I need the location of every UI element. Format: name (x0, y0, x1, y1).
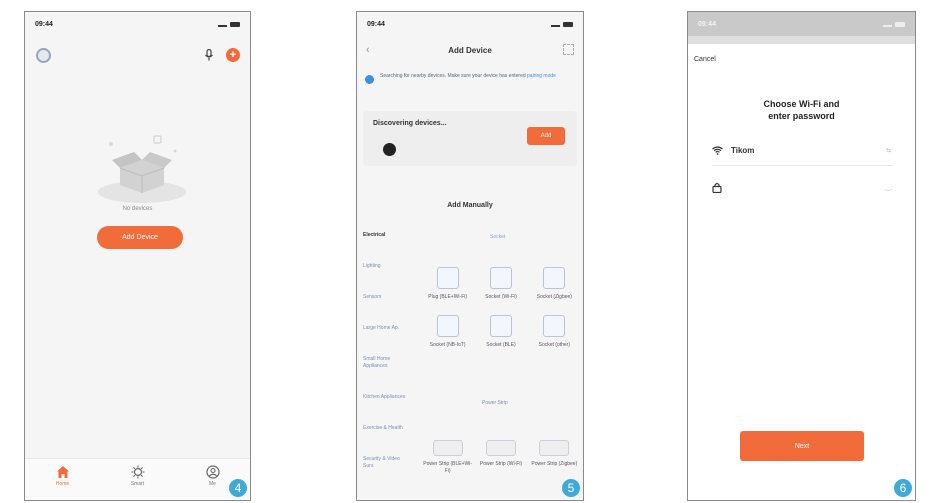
wifi-ssid: Tikom (731, 146, 755, 155)
device-tile[interactable]: Socket (Zigbee) (528, 267, 581, 301)
add-device-screen: 09:44 ‹ Add Device Searching for nearby … (356, 11, 584, 501)
discovering-title: Discovering devices... (373, 120, 447, 127)
nav-bar: ‹ Add Device (357, 38, 583, 62)
page-title: Add Device (448, 45, 492, 55)
device-tile[interactable]: Plug (BLE+Wi-Fi) (421, 267, 474, 301)
device-tile[interactable]: Socket (other) (528, 315, 581, 349)
status-time: 09:44 (698, 20, 716, 28)
tab-smart-label: Smart (130, 481, 145, 487)
bluetooth-notice: Searching for nearby devices. Make sure … (365, 72, 575, 98)
add-manually-title: Add Manually (447, 202, 493, 209)
home-selector-icon[interactable] (36, 48, 51, 63)
device-grid-2: Power Strip (BLE+Wi-Fi) Power Strip (Wi-… (421, 440, 581, 475)
cancel-button[interactable]: Cancel (694, 56, 716, 63)
power-strip-icon (485, 440, 516, 456)
battery-icon (230, 21, 240, 27)
plug-icon (436, 267, 459, 289)
pairing-mode-link[interactable]: pairing mode (527, 73, 556, 79)
signal-icon (883, 22, 892, 27)
password-row: ‿ (712, 172, 891, 202)
lock-icon (712, 182, 722, 193)
device-tile[interactable]: Socket (Wi-Fi) (474, 267, 527, 301)
device-tile[interactable]: Power Strip (Zigbee) (528, 440, 581, 475)
add-device-button[interactable]: Add Device (97, 226, 183, 249)
tab-home-label: Home (55, 481, 70, 487)
step-badge: 5 (562, 479, 580, 497)
wifi-setup-screen: 09:44 Cancel Choose Wi-Fi and enter pass… (687, 11, 916, 501)
socket-icon (489, 315, 512, 337)
switch-network-icon[interactable]: ⇆ (886, 147, 891, 154)
next-button[interactable]: Next (740, 431, 864, 461)
subcategory-label: Socket (490, 234, 506, 240)
profile-icon (205, 465, 220, 479)
category-item[interactable]: Kitchen Appliances (363, 394, 411, 401)
category-item[interactable]: Lighting (363, 263, 411, 270)
category-item[interactable]: Large Home Ap. (363, 325, 411, 332)
device-tile[interactable]: Power Strip (Wi-Fi) (474, 440, 527, 475)
page-title: Choose Wi-Fi and enter password (763, 99, 840, 121)
add-discovered-button[interactable]: Add (527, 127, 565, 145)
signal-icon (218, 22, 227, 27)
category-item[interactable]: Small Home Appliances (363, 356, 411, 370)
category-list: Electrical Lighting Sensors Large Home A… (363, 232, 411, 494)
notice-text: Searching for nearby devices. Make sure … (380, 73, 526, 79)
password-input[interactable] (730, 182, 878, 192)
socket-icon (543, 267, 566, 289)
device-tile[interactable]: Power Strip (BLE+Wi-Fi) (421, 440, 474, 475)
status-bar: 09:44 (688, 12, 915, 36)
category-item[interactable]: Exercise & Health (363, 425, 411, 432)
group-label: Power Strip (482, 400, 508, 406)
category-item[interactable]: Security & Video Surv. (363, 456, 411, 470)
socket-icon (543, 315, 566, 337)
wifi-select-row[interactable]: Tikom ⇆ (712, 136, 891, 166)
tab-smart[interactable]: Smart (118, 465, 158, 487)
signal-icon (551, 22, 560, 27)
tab-bar: Home Smart Me (25, 458, 250, 500)
sheet-backdrop (688, 36, 915, 44)
wifi-icon (712, 146, 723, 155)
power-strip-icon (539, 440, 570, 456)
category-item[interactable]: Electrical (363, 232, 411, 239)
category-item[interactable]: Sensors (363, 294, 411, 301)
battery-icon (895, 21, 905, 27)
device-icon (383, 143, 396, 156)
tab-me[interactable]: Me (193, 465, 233, 487)
status-time: 09:44 (35, 20, 53, 28)
socket-icon (489, 267, 512, 289)
empty-state-text: No devices (122, 206, 153, 212)
device-tile[interactable]: Socket (NB-IoT) (421, 315, 474, 349)
smart-icon (131, 465, 144, 479)
status-bar: 09:44 (25, 12, 250, 36)
device-tile[interactable]: Socket (BLE) (474, 315, 527, 349)
socket-icon (436, 315, 459, 337)
empty-box-illustration (98, 135, 186, 203)
home-screen: 09:44 + No devices Add Device Home Smart… (24, 11, 251, 501)
status-time: 09:44 (367, 20, 385, 28)
eye-closed-icon[interactable]: ‿ (885, 183, 891, 191)
back-icon[interactable]: ‹ (366, 44, 370, 56)
battery-icon (563, 21, 573, 27)
discovering-card: Discovering devices... Add (363, 111, 577, 166)
step-badge: 6 (894, 479, 912, 497)
status-bar: 09:44 (357, 12, 583, 36)
home-icon (56, 466, 69, 478)
microphone-icon[interactable] (204, 49, 214, 61)
bluetooth-icon (365, 75, 374, 84)
step-badge: 4 (229, 479, 247, 497)
tab-me-label: Me (209, 481, 216, 487)
scan-icon[interactable] (563, 44, 574, 55)
power-strip-icon (432, 440, 463, 456)
tab-home[interactable]: Home (43, 465, 83, 487)
add-icon[interactable]: + (226, 48, 240, 62)
device-grid: Plug (BLE+Wi-Fi) Socket (Wi-Fi) Socket (… (421, 267, 581, 349)
